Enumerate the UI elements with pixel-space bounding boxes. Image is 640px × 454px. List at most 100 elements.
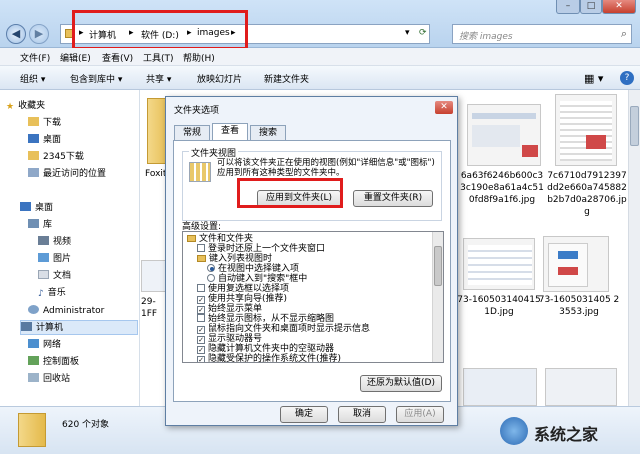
forward-arrow-icon: ▶ bbox=[34, 27, 44, 40]
minimize-button[interactable]: – bbox=[556, 0, 580, 14]
nav-pictures[interactable]: 图片 bbox=[38, 252, 71, 267]
advanced-settings-tree: 文件和文件夹 登录时还原上一个文件夹窗口 键入列表视图时 在视图中选择键入项 自动键入到… bbox=[182, 231, 444, 363]
nav-network[interactable]: 网络 bbox=[28, 338, 61, 353]
menu-view[interactable]: 查看(V) bbox=[102, 51, 133, 64]
share-button[interactable]: 共享 ▾ bbox=[146, 72, 171, 85]
nav-recent-places[interactable]: 最近访问的位置 bbox=[28, 167, 106, 182]
scrollbar-thumb[interactable] bbox=[630, 106, 639, 146]
menu-bar: 文件(F) 编辑(E) 查看(V) 工具(T) 帮助(H) bbox=[0, 48, 640, 66]
image-thumbnail[interactable] bbox=[467, 104, 541, 166]
tab-view[interactable]: 查看 bbox=[212, 123, 248, 141]
restore-defaults-button[interactable]: 还原为默认值(D) bbox=[360, 375, 442, 392]
search-input[interactable]: 搜索 images ⌕ bbox=[452, 24, 632, 44]
nav-desktop[interactable]: 桌面 bbox=[20, 201, 53, 216]
nav-desktop-fav[interactable]: 桌面 bbox=[28, 133, 61, 148]
help-icon[interactable]: ? bbox=[620, 71, 634, 85]
menu-file[interactable]: 文件(F) bbox=[20, 51, 50, 64]
computer-icon bbox=[21, 322, 32, 331]
window-titlebar: – □ ✕ ◀ ▶ ▸ 计算机 ▸ 软件 (D:) ▸ images ▸ ▾ ⟳… bbox=[0, 0, 640, 50]
nav-downloads[interactable]: 下载 bbox=[28, 116, 61, 131]
cancel-button[interactable]: 取消 bbox=[338, 406, 386, 423]
dialog-close-icon[interactable]: ✕ bbox=[435, 101, 453, 114]
checkbox[interactable]: ✓ bbox=[197, 306, 205, 314]
view-options-icon[interactable]: ▦ ▾ bbox=[584, 72, 603, 85]
image-thumbnail[interactable] bbox=[545, 368, 617, 406]
slideshow-button[interactable]: 放映幻灯片 bbox=[197, 72, 242, 85]
nav-2345-downloads[interactable]: 2345下载 bbox=[28, 150, 84, 165]
include-library-button[interactable]: 包含到库中 ▾ bbox=[70, 72, 122, 85]
nav-control-panel[interactable]: 控制面板 bbox=[28, 355, 79, 370]
search-placeholder: 搜索 images bbox=[459, 32, 513, 42]
setting-label: 登录时还原上一个文件夹窗口 bbox=[208, 244, 326, 254]
tab-general[interactable]: 常规 bbox=[174, 125, 210, 140]
item-count: 620 个对象 bbox=[62, 420, 110, 430]
organize-button[interactable]: 组织 ▾ bbox=[20, 72, 45, 85]
apply-button[interactable]: 应用(A) bbox=[396, 406, 444, 423]
nav-administrator[interactable]: Administrator bbox=[28, 304, 104, 319]
content-scrollbar[interactable] bbox=[628, 90, 640, 406]
back-button[interactable]: ◀ bbox=[6, 24, 26, 44]
address-dropdown-icon[interactable]: ▾ bbox=[405, 28, 410, 38]
nav-recycle-bin[interactable]: 回收站 bbox=[28, 372, 70, 387]
maximize-button[interactable]: □ bbox=[580, 0, 602, 14]
checkbox[interactable]: ✓ bbox=[197, 296, 205, 304]
desktop-icon bbox=[28, 134, 39, 143]
reset-folders-button[interactable]: 重置文件夹(R) bbox=[353, 190, 433, 207]
dialog-title: 文件夹选项 bbox=[174, 106, 220, 116]
image-thumbnail[interactable] bbox=[555, 94, 617, 166]
menu-tools[interactable]: 工具(T) bbox=[143, 51, 174, 64]
tree-scroll-thumb[interactable] bbox=[434, 246, 442, 286]
search-icon[interactable]: ⌕ bbox=[621, 27, 627, 41]
file-73-1523-caption: 73-1605031405 23553.jpg bbox=[538, 295, 620, 317]
checkbox[interactable] bbox=[197, 284, 205, 292]
image-thumbnail[interactable] bbox=[463, 368, 537, 406]
setting-label: 在视图中选择键入项 bbox=[218, 264, 300, 274]
setting-label: 显示驱动器号 bbox=[208, 334, 263, 344]
network-icon bbox=[28, 339, 39, 348]
library-icon bbox=[28, 219, 39, 228]
folder-icon bbox=[28, 151, 39, 160]
recent-places-icon bbox=[28, 168, 39, 177]
command-bar: 组织 ▾ 包含到库中 ▾ 共享 ▾ 放映幻灯片 新建文件夹 ▦ ▾ ? bbox=[0, 66, 640, 90]
setting-label: 自动键入到"搜索"框中 bbox=[218, 274, 308, 284]
highlight-apply-to-folders bbox=[237, 178, 343, 208]
checkbox[interactable]: ✓ bbox=[197, 346, 205, 354]
menu-help[interactable]: 帮助(H) bbox=[183, 51, 215, 64]
image-thumbnail[interactable] bbox=[543, 236, 609, 292]
document-library-icon bbox=[38, 270, 49, 279]
star-icon: ★ bbox=[6, 102, 15, 112]
new-folder-button[interactable]: 新建文件夹 bbox=[264, 72, 309, 85]
refresh-icon[interactable]: ⟳ bbox=[419, 28, 427, 38]
setting-label: 鼠标指向文件夹和桌面项时显示提示信息 bbox=[208, 324, 371, 334]
nav-libraries[interactable]: 库 bbox=[28, 218, 52, 233]
nav-documents[interactable]: 文档 bbox=[38, 269, 71, 284]
nav-computer[interactable]: 计算机 bbox=[20, 320, 138, 335]
setting-label: 使用共享向导(推荐) bbox=[208, 294, 288, 304]
menu-edit[interactable]: 编辑(E) bbox=[60, 51, 91, 64]
nav-favorites[interactable]: ★ 收藏夹 bbox=[6, 99, 45, 114]
image-thumbnail[interactable] bbox=[463, 238, 535, 290]
checkbox[interactable]: ✓ bbox=[197, 326, 205, 334]
close-button[interactable]: ✕ bbox=[602, 0, 636, 14]
music-note-icon: ♪ bbox=[38, 289, 44, 299]
checkbox[interactable] bbox=[197, 244, 205, 252]
tab-search[interactable]: 搜索 bbox=[250, 125, 286, 140]
video-library-icon bbox=[38, 236, 49, 245]
nav-videos[interactable]: 视频 bbox=[38, 235, 71, 250]
setting-item[interactable]: ✓ 隐藏受保护的操作系统文件(推荐) bbox=[197, 354, 341, 362]
checkbox[interactable] bbox=[197, 314, 205, 322]
radio-button[interactable] bbox=[207, 264, 215, 272]
back-arrow-icon: ◀ bbox=[11, 27, 21, 40]
watermark-logo-icon bbox=[500, 417, 528, 445]
picture-library-icon bbox=[38, 253, 49, 262]
folder-view-icon bbox=[189, 162, 211, 182]
ok-button[interactable]: 确定 bbox=[280, 406, 328, 423]
recycle-bin-icon bbox=[28, 373, 39, 382]
forward-button[interactable]: ▶ bbox=[29, 24, 49, 44]
checkbox[interactable]: ✓ bbox=[197, 356, 205, 362]
tree-scrollbar[interactable] bbox=[432, 232, 443, 362]
radio-button[interactable] bbox=[207, 274, 215, 282]
desktop-icon bbox=[20, 202, 31, 211]
nav-music[interactable]: ♪ 音乐 bbox=[38, 286, 66, 301]
checkbox[interactable]: ✓ bbox=[197, 336, 205, 344]
